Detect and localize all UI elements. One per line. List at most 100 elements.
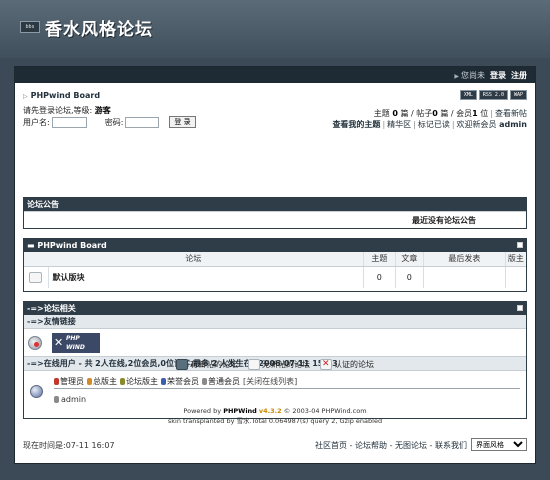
member-icon — [202, 378, 207, 385]
no-new-posts-icon — [248, 358, 260, 370]
mark-read-link[interactable]: 标记已读 — [418, 120, 450, 129]
breadcrumb-label[interactable]: PHPwind Board — [31, 91, 100, 100]
newest-member-link[interactable]: admin — [499, 120, 527, 129]
notice-latest: 最近没有论坛公告 — [412, 216, 476, 225]
phpwind-logo-link[interactable]: ✕ PHP WIND — [52, 333, 100, 353]
posts-count: 0 — [432, 109, 438, 118]
footer-links: 社区首页 - 论坛帮助 - 无图论坛 - 联系我们 — [315, 441, 467, 450]
rss-badge[interactable]: RSS 2.0 — [478, 90, 508, 100]
col-forum: 论坛 — [24, 252, 364, 267]
online-member-name[interactable]: admin — [61, 395, 86, 404]
col-posts: 文章 — [395, 252, 424, 267]
forum-list-section: ▬ PHPwind Board 论坛 主题 文章 最后发表 版主 默认版块 0 … — [23, 238, 527, 292]
notice-body: 最近没有论坛公告 — [24, 211, 526, 228]
authenticated-icon — [320, 358, 332, 370]
friend-links-header: -=>友情链接 — [24, 315, 526, 329]
legend-admin: 管理员 — [54, 376, 84, 387]
login-button[interactable]: 登 录 — [169, 116, 196, 128]
members-count: 1 — [472, 109, 478, 118]
username-input[interactable] — [51, 116, 87, 128]
register-link[interactable]: 注册 — [511, 71, 527, 80]
copyright: © 2003-04 PHPWind.com — [283, 407, 367, 415]
stats-line: 主题 0 篇 / 帖子0 篇 / 会员1 位 | 查看新帖 — [373, 109, 527, 118]
login-link[interactable]: 登录 — [490, 71, 506, 80]
contact-link[interactable]: 联系我们 — [435, 441, 467, 450]
col-topics: 主题 — [363, 252, 396, 267]
forum-list-header: ▬ PHPwind Board — [24, 239, 526, 252]
wap-badge[interactable]: WAP — [509, 90, 527, 100]
home-link[interactable]: 社区首页 — [315, 441, 347, 450]
collapse-icon[interactable] — [517, 305, 523, 311]
current-time: 现在时间是:07-11 16:07 — [23, 441, 115, 450]
legend-super-mod: 总版主 — [87, 376, 117, 387]
text-mode-link[interactable]: 无图论坛 — [395, 441, 427, 450]
style-select[interactable]: 界面风格 — [471, 438, 527, 451]
online-users-icon — [30, 385, 43, 398]
version: v4.3.2 — [258, 407, 282, 415]
divider — [54, 388, 520, 389]
site-title[interactable]: 香水风格论坛 — [45, 15, 153, 40]
breadcrumb-icon: ▷ — [23, 93, 28, 100]
forum-icon-legend: 有新帖的论坛 无新帖的论坛 认证的论坛 — [15, 357, 535, 371]
welcome-new-label: 欢迎新会员 — [456, 120, 497, 129]
feed-badges: XML RSS 2.0 WAP — [459, 90, 527, 100]
close-online-list-link[interactable]: [关闭在线列表] — [243, 376, 297, 387]
xml-badge[interactable]: XML — [459, 90, 477, 100]
phpwind-logo-top: PHP — [66, 335, 80, 342]
posts-unit: 篇 — [440, 109, 449, 118]
notice-section: 论坛公告 最近没有论坛公告 — [23, 197, 527, 229]
new-posts-link[interactable]: 查看新帖 — [495, 109, 527, 118]
posts-label: 帖子 — [416, 109, 433, 118]
notice-title: 论坛公告 — [27, 200, 59, 209]
collapse-icon[interactable] — [517, 242, 523, 248]
password-input[interactable] — [125, 116, 160, 128]
phpwind-logo-bottom: WIND — [66, 344, 85, 351]
new-posts-icon — [176, 358, 188, 370]
admin-icon — [54, 378, 59, 385]
topics-unit: 篇 — [400, 109, 409, 118]
related-header: -=>论坛相关 — [24, 302, 526, 315]
logo-badge: bbs — [20, 21, 40, 33]
col-last-post: 最后发表 — [423, 252, 506, 267]
members-label: 会员 — [456, 109, 473, 118]
login-hint: 请先登录论坛,等级: 游客 — [23, 105, 111, 116]
topics-count: 0 — [392, 109, 398, 118]
table-row: 默认版块 0 0 — [24, 266, 526, 288]
forum-stats: 主题 0 篇 / 帖子0 篇 / 会员1 位 | 查看新帖 查看我的主题 | 精华区 | 标… — [332, 108, 527, 130]
col-moderators: 版主 — [505, 252, 526, 267]
arrow-icon: ▶ — [454, 73, 459, 80]
online-member[interactable]: admin — [54, 395, 86, 404]
phpwind-link[interactable]: PHPWind — [223, 407, 257, 415]
my-topics-link[interactable]: 查看我的主题 — [332, 120, 380, 129]
user-level: 游客 — [94, 106, 111, 115]
table-header-row: 论坛 主题 文章 最后发表 版主 — [24, 252, 526, 267]
username-label: 用户名: — [23, 117, 50, 127]
legend-member: 普通会员 — [202, 376, 240, 387]
stats-sep: / — [411, 109, 414, 118]
honor-member-icon — [161, 378, 166, 385]
members-unit: 位 — [480, 109, 489, 118]
legend-no-new-posts: 无新帖的论坛 — [248, 358, 310, 370]
forum-list-title: PHPwind Board — [37, 241, 107, 250]
main-frame: ▶ 您尚未 登录 注册 ▷ PHPwind Board XML RSS 2.0 WAP … — [14, 66, 536, 464]
friend-links-row: ✕ PHP WIND — [24, 329, 526, 357]
related-title: -=>论坛相关 — [27, 304, 76, 313]
forum-topics: 0 — [363, 266, 396, 288]
breadcrumb[interactable]: ▷ PHPwind Board — [23, 91, 100, 100]
forum-posts: 0 — [395, 266, 424, 288]
top-bar: ▶ 您尚未 登录 注册 — [15, 67, 535, 83]
welcome-text: 您尚未 — [461, 71, 485, 80]
member-icon — [54, 396, 59, 403]
forum-table: 论坛 主题 文章 最后发表 版主 默认版块 0 0 — [24, 252, 526, 288]
help-link[interactable]: 论坛帮助 — [355, 441, 387, 450]
legend-honor: 荣誉会员 — [161, 376, 199, 387]
footer: 现在时间是:07-11 16:07 社区首页 - 论坛帮助 - 无图论坛 - 联… — [23, 437, 527, 453]
login-form: 用户名: 密码: 登 录 — [23, 116, 196, 128]
topics-label: 主题 — [373, 109, 390, 118]
forum-name-link[interactable]: 默认版块 — [48, 266, 364, 288]
site-header: bbs 香水风格论坛 — [0, 0, 550, 58]
elite-link[interactable]: 精华区 — [387, 120, 411, 129]
forum-last-post — [423, 266, 506, 288]
powered-line1: Powered by PHPWind v4.3.2 © 2003-04 PHPW… — [183, 407, 367, 415]
forum-status-icon — [29, 271, 43, 283]
